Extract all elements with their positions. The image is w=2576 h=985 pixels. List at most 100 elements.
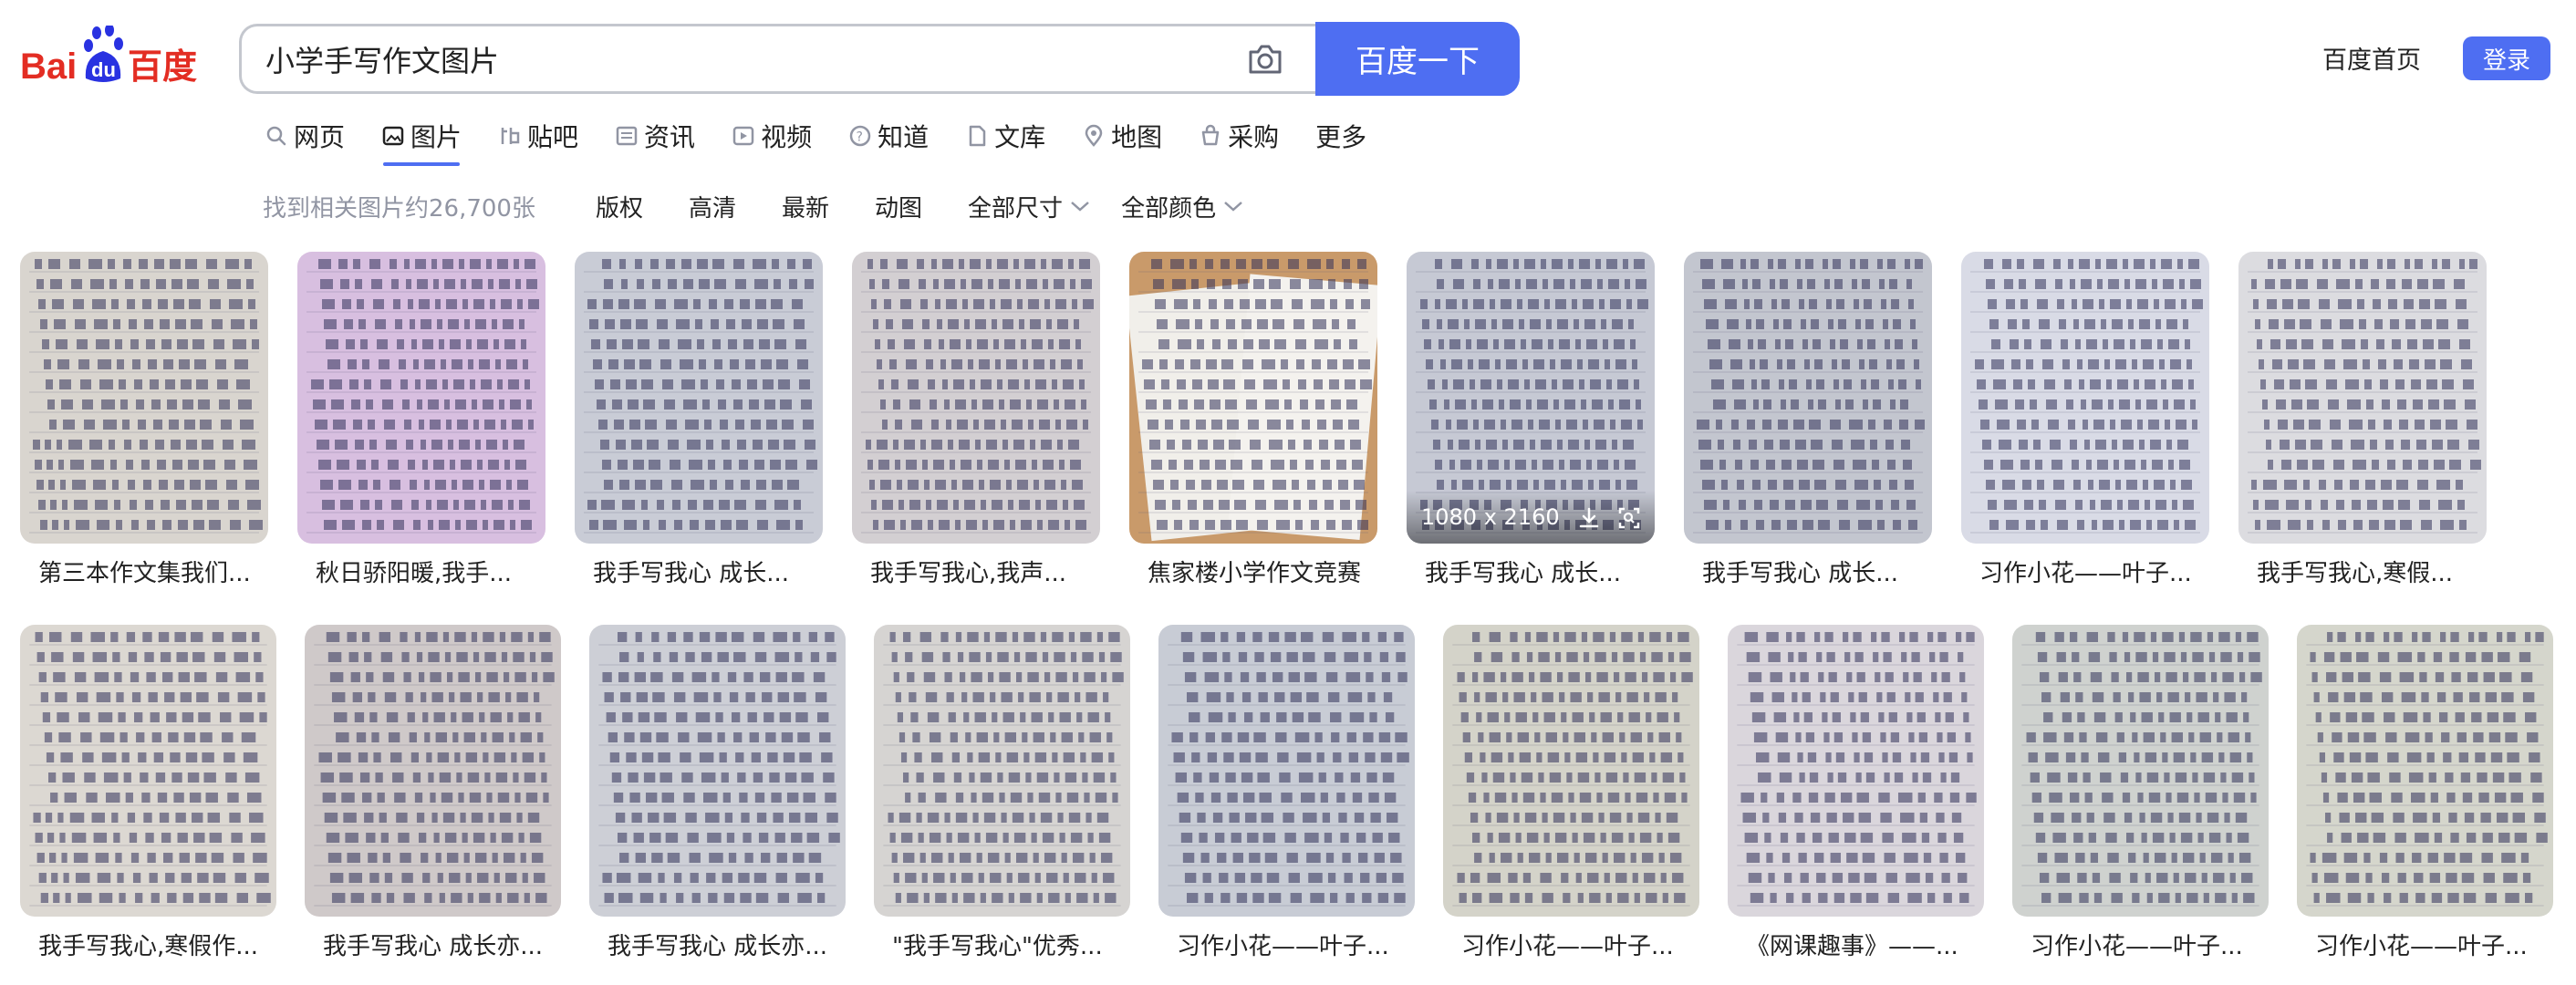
search-input[interactable] <box>265 26 1178 91</box>
result-thumbnail[interactable] <box>1684 252 1932 544</box>
chevron-down-icon <box>1071 202 1089 212</box>
thumbnail-hover-overlay: 1080 x 2160 <box>1407 491 1655 544</box>
cart-icon <box>1201 124 1220 146</box>
results-row-2: 我手写我心,寒假作... 我手写我心 成长亦... 我手写我心 成长亦... "我手写… <box>20 625 2576 961</box>
image-result-card[interactable]: 习作小花——叶子... <box>2012 625 2269 961</box>
result-count: 找到相关图片约26,700张 <box>263 194 535 223</box>
image-result-card[interactable]: 习作小花——叶子... <box>1961 252 2209 588</box>
image-result-card[interactable]: "我手写我心"优秀... <box>874 625 1130 961</box>
filter-color-dropdown[interactable]: 全部颜色 <box>1121 190 1243 223</box>
filter-label: 版权 <box>595 194 643 223</box>
filter-animated[interactable]: 动图 <box>875 190 922 223</box>
result-thumbnail[interactable] <box>1961 252 2209 544</box>
filter-hd[interactable]: 高清 <box>689 190 736 223</box>
tab-images[interactable]: 图片 <box>381 113 462 166</box>
result-caption[interactable]: "我手写我心"优秀... <box>874 928 1130 961</box>
camera-icon[interactable] <box>1247 43 1283 76</box>
tab-more[interactable]: 更多 <box>1315 113 1366 159</box>
result-caption[interactable]: 我手写我心 成长亦... <box>305 928 561 961</box>
chevron-down-icon <box>1224 202 1242 212</box>
tab-label: 图片 <box>410 122 462 152</box>
video-icon <box>732 126 754 146</box>
result-thumbnail[interactable] <box>20 252 268 544</box>
result-caption[interactable]: 我手写我心,我声... <box>852 555 1100 588</box>
result-thumbnail[interactable] <box>1728 625 1984 917</box>
result-caption[interactable]: 第三本作文集我们... <box>20 555 268 588</box>
result-caption[interactable]: 我手写我心,寒假作... <box>20 928 276 961</box>
result-caption[interactable]: 《网课趣事》——... <box>1728 928 1984 961</box>
image-result-card[interactable]: 我手写我心 成长... <box>1684 252 1932 588</box>
image-result-card[interactable]: 秋日骄阳暖,我手... <box>297 252 545 588</box>
doc-icon <box>969 125 986 147</box>
tab-wenku[interactable]: 文库 <box>965 113 1045 159</box>
filter-latest[interactable]: 最新 <box>782 190 829 223</box>
baidu-logo-graphic: Bai du 百度 <box>20 24 197 87</box>
filter-label: 动图 <box>875 194 923 223</box>
tab-web[interactable]: 网页 <box>265 113 345 159</box>
result-caption[interactable]: 习作小花——叶子... <box>1443 928 1699 961</box>
tab-label: 更多 <box>1315 122 1367 152</box>
result-thumbnail[interactable] <box>874 625 1130 917</box>
filter-size-dropdown[interactable]: 全部尺寸 <box>968 190 1090 223</box>
baidu-logo[interactable]: Bai du 百度 <box>20 24 212 89</box>
result-thumbnail[interactable] <box>2297 625 2553 917</box>
result-caption[interactable]: 我手写我心 成长... <box>1684 555 1932 588</box>
tab-video[interactable]: 视频 <box>732 113 812 159</box>
search-button[interactable]: 百度一下 <box>1315 22 1520 96</box>
image-result-card[interactable]: 我手写我心,寒假作... <box>20 625 276 961</box>
result-caption[interactable]: 秋日骄阳暖,我手... <box>297 555 545 588</box>
image-result-card[interactable]: 焦家楼小学作文竞赛 <box>1129 252 1377 588</box>
result-caption[interactable]: 习作小花——叶子... <box>2012 928 2269 961</box>
result-thumbnail[interactable] <box>575 252 823 544</box>
image-result-card[interactable]: 习作小花——叶子... <box>1158 625 1415 961</box>
filter-copyright[interactable]: 版权 <box>596 190 643 223</box>
baidu-home-link[interactable]: 百度首页 <box>2322 40 2421 76</box>
download-icon[interactable] <box>1576 505 1602 531</box>
result-thumbnail[interactable] <box>852 252 1100 544</box>
svg-text:du: du <box>91 58 116 81</box>
filter-label: 最新 <box>782 194 830 223</box>
result-caption[interactable]: 习作小花——叶子... <box>1158 928 1415 961</box>
result-thumbnail[interactable]: 1080 x 2160 <box>1407 252 1655 544</box>
tab-zhidao[interactable]: ? 知道 <box>848 113 929 159</box>
results-row-1: 第三本作文集我们... 秋日骄阳暖,我手... 我手写我心 成长... 我手写我心,我… <box>20 252 2516 588</box>
tab-news[interactable]: 资讯 <box>615 113 695 159</box>
result-thumbnail[interactable] <box>1129 252 1377 544</box>
svg-text:百度: 百度 <box>128 47 197 87</box>
result-thumbnail[interactable] <box>297 252 545 544</box>
tab-label: 知道 <box>878 122 930 152</box>
image-result-card[interactable]: 我手写我心,我声... <box>852 252 1100 588</box>
image-result-card[interactable]: 我手写我心,寒假... <box>2238 252 2487 588</box>
image-result-card[interactable]: 我手写我心 成长亦... <box>589 625 846 961</box>
image-result-card[interactable]: 我手写我心 成长... <box>575 252 823 588</box>
result-caption[interactable]: 我手写我心 成长... <box>575 555 823 588</box>
result-thumbnail[interactable] <box>589 625 846 917</box>
search-icon <box>266 126 286 146</box>
tab-label: 贴吧 <box>527 122 579 152</box>
tab-purchase[interactable]: 采购 <box>1199 113 1279 159</box>
result-caption[interactable]: 焦家楼小学作文竞赛 <box>1129 555 1377 588</box>
result-thumbnail[interactable] <box>1158 625 1415 917</box>
result-caption[interactable]: 我手写我心 成长亦... <box>589 928 846 961</box>
image-result-card[interactable]: 第三本作文集我们... <box>20 252 268 588</box>
result-caption[interactable]: 我手写我心,寒假... <box>2238 555 2487 588</box>
result-thumbnail[interactable] <box>305 625 561 917</box>
image-result-card[interactable]: 我手写我心 成长亦... <box>305 625 561 961</box>
image-result-card[interactable]: 习作小花——叶子... <box>2297 625 2553 961</box>
image-size-label: 1080 x 2160 <box>1421 504 1560 530</box>
image-result-card[interactable]: 《网课趣事》——... <box>1728 625 1984 961</box>
result-thumbnail[interactable] <box>1443 625 1699 917</box>
login-button[interactable]: 登录 <box>2463 36 2550 80</box>
result-thumbnail[interactable] <box>2012 625 2269 917</box>
image-result-card[interactable]: 习作小花——叶子... <box>1443 625 1699 961</box>
tieba-icon <box>501 128 520 144</box>
result-caption[interactable]: 我手写我心 成长... <box>1407 555 1655 588</box>
image-search-icon[interactable] <box>1616 505 1642 531</box>
result-thumbnail[interactable] <box>2238 252 2487 544</box>
result-thumbnail[interactable] <box>20 625 276 917</box>
result-caption[interactable]: 习作小花——叶子... <box>1961 555 2209 588</box>
result-caption[interactable]: 习作小花——叶子... <box>2297 928 2553 961</box>
image-result-card[interactable]: 1080 x 2160 我手写我心 成长... <box>1407 252 1655 588</box>
tab-tieba[interactable]: 贴吧 <box>498 113 578 159</box>
tab-map[interactable]: 地图 <box>1082 113 1162 159</box>
